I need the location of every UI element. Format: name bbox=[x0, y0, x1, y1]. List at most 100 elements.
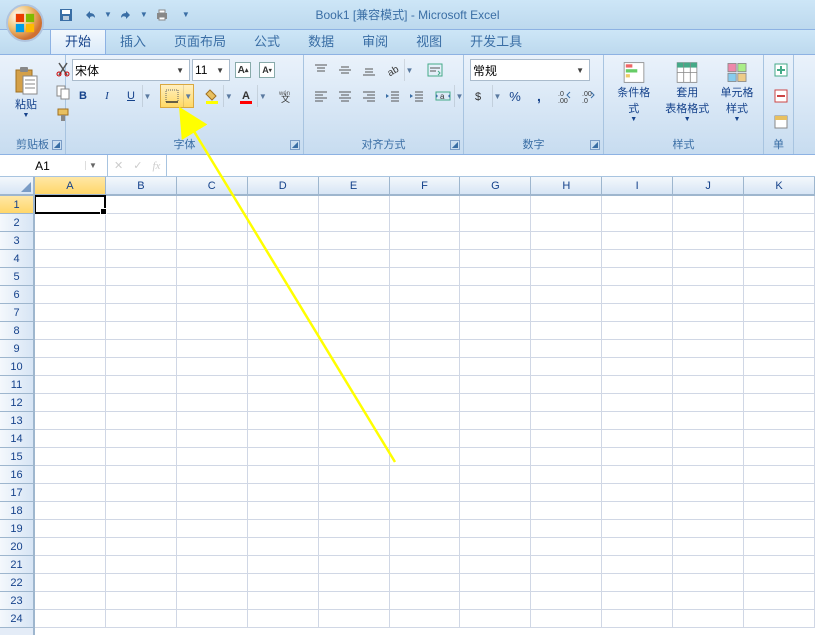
cell[interactable] bbox=[106, 250, 177, 268]
cell[interactable] bbox=[319, 196, 390, 214]
cell[interactable] bbox=[673, 556, 744, 574]
cell[interactable] bbox=[177, 340, 248, 358]
cell[interactable] bbox=[531, 394, 602, 412]
cell[interactable] bbox=[744, 376, 815, 394]
cell[interactable] bbox=[106, 556, 177, 574]
tab-view[interactable]: 视图 bbox=[402, 27, 456, 54]
cell[interactable] bbox=[460, 322, 531, 340]
cell[interactable] bbox=[673, 520, 744, 538]
cell[interactable] bbox=[460, 574, 531, 592]
cell[interactable] bbox=[602, 322, 673, 340]
cell[interactable] bbox=[248, 520, 319, 538]
cell[interactable] bbox=[177, 394, 248, 412]
cell[interactable] bbox=[248, 250, 319, 268]
cell[interactable] bbox=[531, 466, 602, 484]
cell[interactable] bbox=[319, 250, 390, 268]
row-header[interactable]: 19 bbox=[0, 520, 33, 538]
cell[interactable] bbox=[460, 484, 531, 502]
cell[interactable] bbox=[106, 304, 177, 322]
cell[interactable] bbox=[106, 610, 177, 628]
cell[interactable] bbox=[106, 376, 177, 394]
cell[interactable] bbox=[602, 520, 673, 538]
cell[interactable] bbox=[177, 448, 248, 466]
cell[interactable] bbox=[744, 340, 815, 358]
cell[interactable] bbox=[602, 448, 673, 466]
cell[interactable] bbox=[673, 232, 744, 250]
tab-developer[interactable]: 开发工具 bbox=[456, 27, 536, 54]
font-size-combo[interactable]: 11▼ bbox=[192, 59, 230, 81]
cell[interactable] bbox=[35, 214, 106, 232]
cell[interactable] bbox=[744, 304, 815, 322]
cell[interactable] bbox=[390, 556, 461, 574]
cell[interactable] bbox=[460, 196, 531, 214]
cell[interactable] bbox=[460, 286, 531, 304]
cell[interactable] bbox=[390, 304, 461, 322]
cell[interactable] bbox=[744, 610, 815, 628]
cell[interactable] bbox=[531, 556, 602, 574]
fill-color-icon[interactable] bbox=[201, 85, 223, 107]
cell[interactable] bbox=[177, 376, 248, 394]
cell[interactable] bbox=[319, 304, 390, 322]
cells-area[interactable] bbox=[35, 196, 815, 628]
cell[interactable] bbox=[106, 268, 177, 286]
cell[interactable] bbox=[177, 610, 248, 628]
cell[interactable] bbox=[744, 556, 815, 574]
cell[interactable] bbox=[319, 286, 390, 304]
cell[interactable] bbox=[35, 556, 106, 574]
cell[interactable] bbox=[248, 268, 319, 286]
shrink-font-icon[interactable]: A▾ bbox=[256, 59, 278, 81]
cell[interactable] bbox=[35, 466, 106, 484]
align-center-icon[interactable] bbox=[334, 85, 356, 107]
cell[interactable] bbox=[531, 196, 602, 214]
cell[interactable] bbox=[390, 574, 461, 592]
cell[interactable] bbox=[673, 448, 744, 466]
cell[interactable] bbox=[35, 520, 106, 538]
row-header[interactable]: 5 bbox=[0, 268, 33, 286]
row-header[interactable]: 13 bbox=[0, 412, 33, 430]
format-table-button[interactable]: 套用 表格格式▼ bbox=[664, 59, 712, 125]
cell[interactable] bbox=[390, 538, 461, 556]
cell[interactable] bbox=[35, 430, 106, 448]
cell[interactable] bbox=[106, 502, 177, 520]
paste-button[interactable]: 粘贴 ▼ bbox=[6, 59, 46, 125]
cell[interactable] bbox=[319, 466, 390, 484]
cell[interactable] bbox=[390, 610, 461, 628]
cell[interactable] bbox=[177, 358, 248, 376]
cell[interactable] bbox=[248, 358, 319, 376]
orientation-icon[interactable]: ab bbox=[382, 59, 404, 81]
italic-button[interactable]: I bbox=[96, 85, 118, 107]
cell[interactable] bbox=[744, 214, 815, 232]
office-button[interactable] bbox=[6, 4, 44, 42]
cell[interactable] bbox=[177, 520, 248, 538]
cell[interactable] bbox=[106, 214, 177, 232]
column-header[interactable]: D bbox=[248, 177, 319, 194]
cell[interactable] bbox=[673, 340, 744, 358]
tab-pagelayout[interactable]: 页面布局 bbox=[160, 27, 240, 54]
cell[interactable] bbox=[106, 232, 177, 250]
cell[interactable] bbox=[390, 376, 461, 394]
cell[interactable] bbox=[319, 574, 390, 592]
cell[interactable] bbox=[602, 250, 673, 268]
qat-customize-icon[interactable]: ▼ bbox=[176, 5, 196, 25]
row-header[interactable]: 15 bbox=[0, 448, 33, 466]
cell[interactable] bbox=[177, 538, 248, 556]
cell[interactable] bbox=[602, 340, 673, 358]
cell[interactable] bbox=[177, 214, 248, 232]
column-header[interactable]: H bbox=[531, 177, 602, 194]
row-header[interactable]: 3 bbox=[0, 232, 33, 250]
decrease-decimal-icon[interactable]: .00.0 bbox=[578, 85, 600, 107]
cell[interactable] bbox=[390, 214, 461, 232]
row-header[interactable]: 20 bbox=[0, 538, 33, 556]
cell[interactable] bbox=[602, 214, 673, 232]
cell[interactable] bbox=[106, 430, 177, 448]
cell[interactable] bbox=[744, 232, 815, 250]
row-header[interactable]: 12 bbox=[0, 394, 33, 412]
cell[interactable] bbox=[319, 484, 390, 502]
select-all-corner[interactable] bbox=[0, 177, 33, 196]
row-header[interactable]: 23 bbox=[0, 592, 33, 610]
cell[interactable] bbox=[460, 448, 531, 466]
row-header[interactable]: 24 bbox=[0, 610, 33, 628]
align-bottom-icon[interactable] bbox=[358, 59, 380, 81]
cell[interactable] bbox=[248, 466, 319, 484]
cell[interactable] bbox=[248, 484, 319, 502]
